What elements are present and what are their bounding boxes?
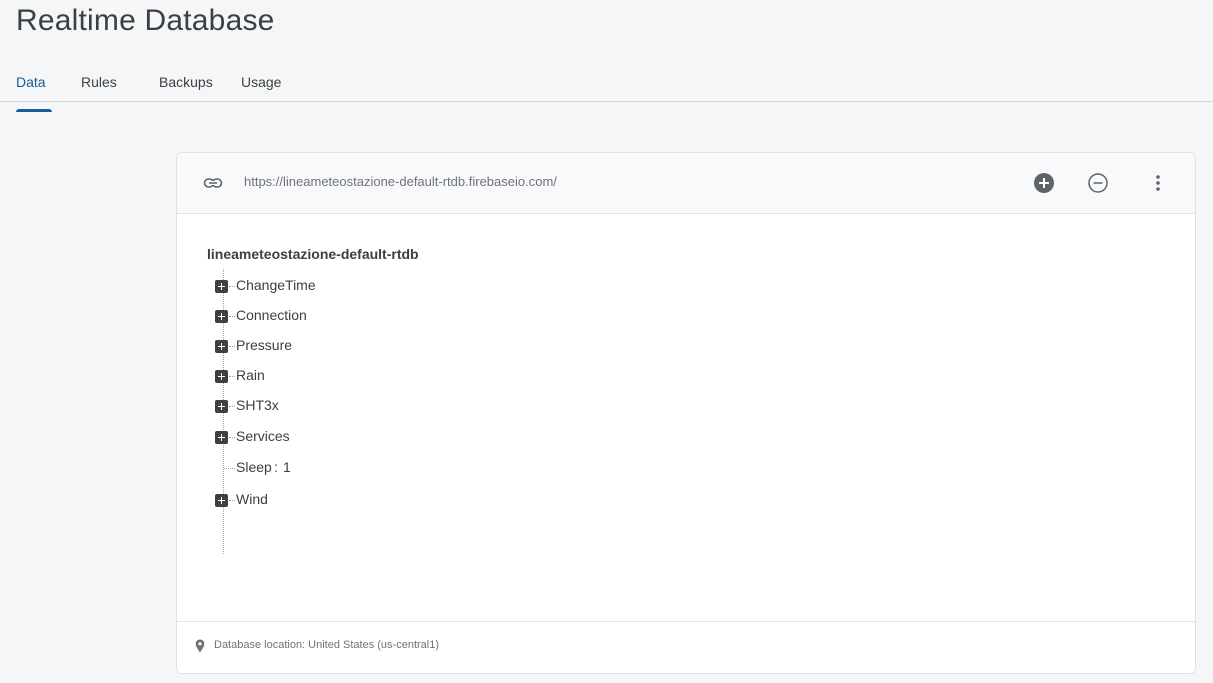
database-card: https://lineameteostazione-default-rtdb.…: [176, 152, 1196, 674]
tree-root-node[interactable]: lineameteostazione-default-rtdb: [207, 246, 419, 262]
node-key[interactable]: Pressure: [236, 337, 292, 353]
tree-connector: [224, 468, 235, 469]
database-url-bar: https://lineameteostazione-default-rtdb.…: [177, 153, 1195, 214]
tree-node: Pressure: [215, 336, 515, 356]
expand-icon[interactable]: [215, 340, 228, 353]
expand-icon[interactable]: [215, 431, 228, 444]
expand-icon[interactable]: [215, 280, 228, 293]
tree-node: ChangeTime: [215, 276, 515, 296]
tree-connector: [229, 437, 235, 438]
tree-leaf-node: Sleep : 1: [215, 458, 515, 478]
tab-data[interactable]: Data: [16, 74, 46, 90]
tree-connector: [229, 346, 235, 347]
database-location: Database location: United States (us-cen…: [214, 639, 440, 651]
database-url[interactable]: https://lineameteostazione-default-rtdb.…: [244, 174, 557, 189]
tree-connector: [229, 286, 235, 287]
tab-bar: Data Rules Backups Usage: [0, 64, 1213, 112]
tree-node: SHT3x: [215, 396, 515, 416]
page-title: Realtime Database: [16, 4, 275, 37]
tab-rules[interactable]: Rules: [81, 74, 117, 90]
link-icon: [203, 175, 223, 191]
expand-icon[interactable]: [215, 310, 228, 323]
tab-backups[interactable]: Backups: [159, 74, 213, 90]
expand-icon[interactable]: [215, 400, 228, 413]
tree-connector: [229, 406, 235, 407]
node-key[interactable]: SHT3x: [236, 397, 279, 413]
node-key[interactable]: Rain: [236, 367, 265, 383]
tree-node: Rain: [215, 366, 515, 386]
node-key[interactable]: Sleep: [236, 459, 272, 475]
database-location-bar: Database location: United States (us-cen…: [177, 621, 1195, 673]
tree-node: Connection: [215, 306, 515, 326]
node-key[interactable]: Wind: [236, 491, 268, 507]
node-key[interactable]: ChangeTime: [236, 277, 316, 293]
add-circle-icon[interactable]: [1033, 172, 1055, 194]
data-tree: lineameteostazione-default-rtdb ChangeTi…: [177, 214, 1195, 619]
expand-icon[interactable]: [215, 494, 228, 507]
active-tab-indicator: [16, 109, 52, 112]
tab-usage[interactable]: Usage: [241, 74, 281, 90]
tree-connector: [229, 376, 235, 377]
tree-connector: [229, 316, 235, 317]
node-key-separator: :: [274, 459, 278, 475]
tree-node: Services: [215, 427, 515, 447]
node-value[interactable]: 1: [283, 459, 291, 475]
tree-connector: [229, 500, 235, 501]
tree-node: Wind: [215, 490, 515, 510]
more-vert-icon[interactable]: [1147, 172, 1169, 194]
realtime-database-page: Realtime Database Data Rules Backups Usa…: [0, 0, 1213, 683]
remove-circle-icon[interactable]: [1087, 172, 1109, 194]
location-pin-icon: [195, 639, 205, 653]
node-key[interactable]: Services: [236, 428, 290, 444]
expand-icon[interactable]: [215, 370, 228, 383]
node-key[interactable]: Connection: [236, 307, 307, 323]
